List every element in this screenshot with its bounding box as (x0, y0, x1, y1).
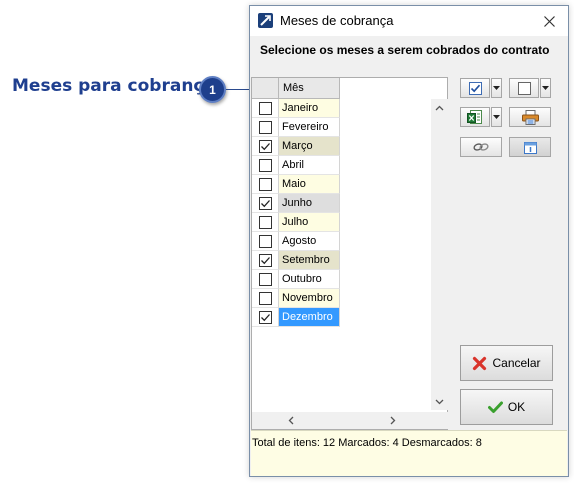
excel-export-icon (467, 109, 482, 124)
status-bar: Total de itens: 12 Marcados: 4 Desmarcad… (251, 430, 567, 476)
row-checkbox[interactable] (258, 177, 272, 191)
row-checkbox[interactable] (258, 158, 272, 172)
month-cell[interactable]: Janeiro (279, 99, 340, 118)
calendar-icon (523, 141, 537, 154)
ok-button[interactable]: OK (460, 389, 553, 425)
checkmark-icon (260, 256, 270, 264)
row-checkbox[interactable] (258, 139, 272, 153)
app-icon (258, 13, 273, 28)
cancel-x-icon (473, 356, 487, 370)
row-checkbox[interactable] (258, 234, 272, 248)
check-all-button[interactable] (460, 78, 490, 98)
checkmark-icon (260, 199, 270, 207)
month-cell[interactable]: Outubro (279, 270, 340, 289)
row-checkbox[interactable] (258, 101, 272, 115)
month-cell-selected[interactable]: Dezembro (279, 308, 340, 327)
ok-button-label: OK (507, 400, 526, 414)
horizontal-scrollbar[interactable] (252, 412, 431, 429)
close-icon (543, 15, 555, 27)
chevron-down-icon (542, 86, 549, 90)
callout-number-badge: 1 (199, 76, 226, 103)
uncheck-all-dropdown[interactable] (540, 78, 551, 98)
grid-rows: Janeiro Fevereiro Março Abril Maio Junho… (252, 99, 340, 327)
cancel-button[interactable]: Cancelar (460, 345, 553, 381)
checkmark-icon (260, 313, 270, 321)
table-row[interactable]: Fevereiro (252, 118, 340, 137)
status-text: Total de itens: 12 Marcados: 4 Desmarcad… (252, 437, 482, 449)
screenshot-stage: Meses para cobrança 1 Meses de cobrança … (0, 0, 574, 483)
row-checkbox[interactable] (258, 253, 272, 267)
chevron-down-icon (493, 115, 500, 119)
month-cell[interactable]: Setembro (279, 251, 340, 270)
month-cell[interactable]: Agosto (279, 232, 340, 251)
table-row[interactable]: Março (252, 137, 340, 156)
close-button[interactable] (530, 6, 568, 36)
check-column-header[interactable] (252, 78, 279, 99)
month-cell[interactable]: Fevereiro (279, 118, 340, 137)
row-checkbox[interactable] (258, 120, 272, 134)
callout-label: Meses para cobrança (12, 76, 215, 96)
window-title: Meses de cobrança (280, 13, 394, 28)
grid-header: Mês (252, 78, 340, 99)
vertical-scrollbar[interactable] (431, 99, 448, 410)
table-row[interactable]: Outubro (252, 270, 340, 289)
checkmark-icon (260, 142, 270, 150)
cancel-button-label: Cancelar (492, 356, 541, 370)
month-cell[interactable]: Março (279, 137, 340, 156)
excel-export-dropdown[interactable] (491, 107, 502, 127)
table-row[interactable]: Setembro (252, 251, 340, 270)
table-row[interactable]: Janeiro (252, 99, 340, 118)
print-button[interactable] (509, 107, 551, 127)
print-icon (521, 109, 539, 125)
excel-export-button[interactable] (460, 107, 490, 127)
link-button[interactable] (460, 137, 502, 157)
table-row[interactable]: Novembro (252, 289, 340, 308)
link-icon (473, 143, 489, 151)
table-row[interactable]: Julho (252, 213, 340, 232)
row-checkbox[interactable] (258, 272, 272, 286)
table-row[interactable]: Agosto (252, 232, 340, 251)
title-bar: Meses de cobrança (250, 6, 568, 36)
row-checkbox[interactable] (258, 196, 272, 210)
table-row[interactable]: Junho (252, 194, 340, 213)
month-cell[interactable]: Junho (279, 194, 340, 213)
month-column-header[interactable]: Mês (279, 78, 340, 99)
months-grid[interactable]: Mês Janeiro Fevereiro Março Abril Maio J… (251, 77, 448, 430)
uncheck-all-icon (517, 81, 531, 95)
scroll-left-icon[interactable] (282, 412, 299, 429)
table-row[interactable]: Maio (252, 175, 340, 194)
scroll-up-icon[interactable] (431, 99, 448, 116)
row-checkbox[interactable] (258, 291, 272, 305)
scroll-right-icon[interactable] (384, 412, 401, 429)
calendar-button[interactable] (509, 137, 551, 157)
scroll-down-icon[interactable] (431, 393, 448, 410)
month-cell[interactable]: Novembro (279, 289, 340, 308)
dialog-instruction: Selecione os meses a serem cobrados do c… (260, 43, 550, 57)
table-row[interactable]: Dezembro (252, 308, 340, 327)
check-all-dropdown[interactable] (491, 78, 502, 98)
month-cell[interactable]: Maio (279, 175, 340, 194)
check-all-icon (468, 81, 482, 95)
chevron-down-icon (493, 86, 500, 90)
checkmark-icon (487, 401, 503, 413)
month-cell[interactable]: Julho (279, 213, 340, 232)
row-checkbox[interactable] (258, 215, 272, 229)
months-dialog: Meses de cobrança Selecione os meses a s… (249, 5, 569, 477)
row-checkbox[interactable] (258, 310, 272, 324)
month-cell[interactable]: Abril (279, 156, 340, 175)
scrollbar-corner (431, 412, 448, 429)
uncheck-all-button[interactable] (509, 78, 539, 98)
table-row[interactable]: Abril (252, 156, 340, 175)
